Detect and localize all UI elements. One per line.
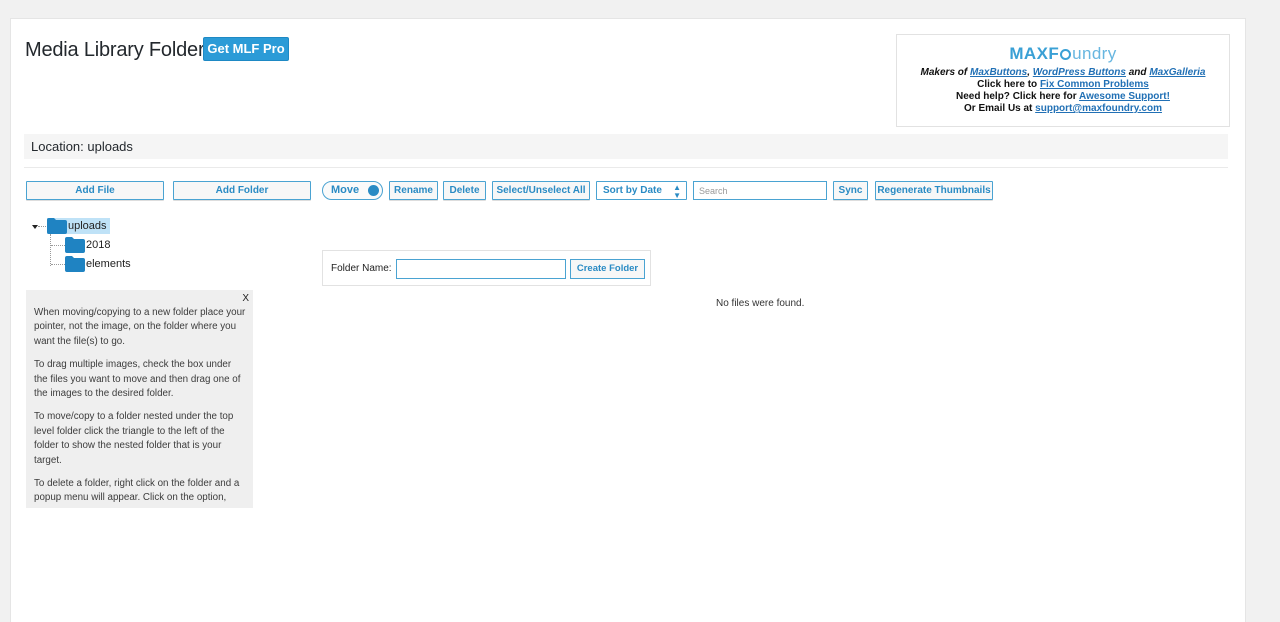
email-line: Or Email Us at support@maxfoundry.com: [964, 103, 1162, 114]
help-text: To delete a folder, right click on the f…: [34, 478, 240, 504]
folder-icon: [47, 218, 67, 234]
sort-selected-value: Sort by Date: [603, 185, 662, 196]
rename-button[interactable]: Rename: [389, 181, 438, 200]
add-file-button[interactable]: Add File: [26, 181, 164, 200]
delete-button[interactable]: Delete: [443, 181, 486, 200]
sort-select[interactable]: Sort by Date ▲ ▼: [596, 181, 687, 200]
wordpress-buttons-link[interactable]: WordPress Buttons: [1033, 67, 1126, 78]
maxfoundry-logo: MAXF undry: [1009, 44, 1117, 63]
makers-line: Makers of MaxButtons, WordPress Buttons …: [920, 67, 1206, 78]
move-copy-toggle[interactable]: Move: [322, 181, 383, 200]
tree-folder-label: uploads: [68, 220, 107, 232]
maxfoundry-box: MAXF undry Makers of MaxButtons, WordPres…: [896, 34, 1230, 127]
magnifier-icon: [1060, 49, 1072, 60]
search-input[interactable]: [693, 181, 827, 200]
support-line: Need help? Click here for Awesome Suppor…: [956, 91, 1170, 102]
tree-folder-label: 2018: [86, 239, 111, 251]
help-text: To drag multiple images, check the box u…: [34, 359, 241, 400]
tree-connector: [51, 245, 65, 246]
regenerate-thumbnails-button[interactable]: Regenerate Thumbnails: [875, 181, 993, 200]
select-unselect-all-button[interactable]: Select/Unselect All: [492, 181, 590, 200]
awesome-support-link[interactable]: Awesome Support!: [1079, 91, 1170, 102]
tree-connector: [51, 264, 65, 265]
maxgalleria-link[interactable]: MaxGalleria: [1149, 67, 1205, 78]
add-folder-button[interactable]: Add Folder: [173, 181, 311, 200]
folder-icon: [65, 256, 85, 272]
support-email-link[interactable]: support@maxfoundry.com: [1035, 103, 1162, 114]
create-folder-button[interactable]: Create Folder: [570, 259, 645, 279]
empty-files-message: No files were found.: [716, 298, 805, 309]
maxbuttons-link[interactable]: MaxButtons: [970, 67, 1027, 78]
help-text: To move/copy to a folder nested under th…: [34, 411, 234, 466]
close-help-button[interactable]: X: [242, 292, 249, 306]
move-toggle-label: Move: [331, 184, 360, 196]
tree-folder-2018[interactable]: 2018: [65, 237, 110, 253]
create-folder-box: Folder Name: Create Folder: [322, 250, 651, 286]
tree-connector: [50, 234, 51, 266]
tree-folder-uploads[interactable]: uploads: [47, 218, 110, 234]
sync-button[interactable]: Sync: [833, 181, 868, 200]
select-arrows-icon: ▲ ▼: [673, 183, 681, 200]
help-text: When moving/copying to a new folder plac…: [34, 307, 246, 347]
get-mlf-pro-button[interactable]: Get MLF Pro: [203, 37, 289, 61]
help-panel: X When moving/copying to a new folder pl…: [26, 290, 253, 508]
fix-problems-line: Click here to Fix Common Problems: [977, 79, 1149, 90]
page-title: Media Library Folders: [25, 39, 215, 61]
divider: [24, 167, 1228, 168]
folder-name-input[interactable]: [396, 259, 566, 279]
toggle-knob: [368, 185, 379, 196]
location-bar: Location: uploads: [24, 134, 1228, 159]
tree-folder-label: elements: [86, 258, 131, 270]
folder-name-label: Folder Name:: [331, 263, 392, 274]
fix-common-problems-link[interactable]: Fix Common Problems: [1040, 79, 1149, 90]
folder-icon: [65, 237, 85, 253]
tree-folder-elements[interactable]: elements: [65, 256, 131, 272]
